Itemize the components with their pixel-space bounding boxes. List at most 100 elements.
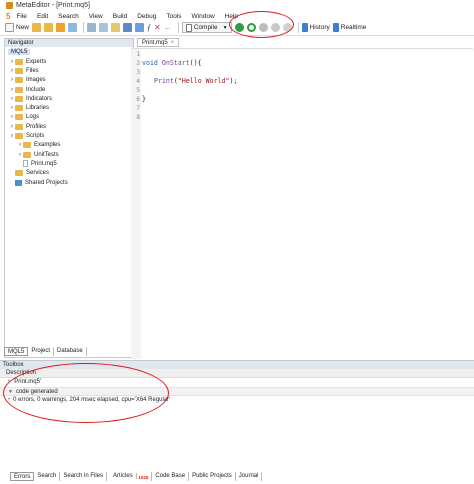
collapse-arrow-icon[interactable]: ▼ <box>8 389 13 395</box>
navigator-root[interactable]: MQL5 <box>8 49 31 55</box>
stop-icon <box>270 23 280 32</box>
profile-button[interactable] <box>282 22 292 34</box>
tree-item-label: Files <box>26 67 39 74</box>
tree-item-label: Shared Projects <box>25 179 68 186</box>
tab-project[interactable]: Project <box>28 347 55 356</box>
result-file: 'Print.mq5' <box>13 379 42 385</box>
tree-item-services[interactable]: Services <box>5 169 133 178</box>
editor-tab-print-mq5[interactable]: Print.mq5 × <box>137 38 180 47</box>
menu-window[interactable]: Window <box>192 13 215 20</box>
tree-item-libraries[interactable]: > Libraries <box>5 103 133 112</box>
folder-icon <box>15 67 23 74</box>
description-header: Description <box>0 369 474 378</box>
undo-icon: ✕ <box>154 23 161 32</box>
chevron-down-icon[interactable]: ▼ <box>223 25 228 31</box>
compile-button[interactable]: Compile ▼ <box>181 22 232 33</box>
tab-articles[interactable]: Articles 1025 <box>107 472 153 481</box>
tree-item-scripts[interactable]: v Scripts <box>5 131 133 140</box>
menu-tools[interactable]: Tools <box>166 13 181 20</box>
print-button[interactable] <box>68 22 78 34</box>
tab-search-in-files[interactable]: Search in Files <box>60 472 108 481</box>
folder-icon <box>15 170 23 177</box>
tree-item-print-mq5[interactable]: Print.mq5 <box>5 159 133 168</box>
tab-search[interactable]: Search <box>34 472 61 481</box>
save-button[interactable] <box>44 22 54 34</box>
history-button[interactable]: History <box>301 22 330 34</box>
toolbar-divider <box>297 22 299 33</box>
tree-item-indicators[interactable]: > Indicators <box>5 94 133 103</box>
tree-item-logs[interactable]: > Logs <box>5 113 133 122</box>
result-group-row[interactable]: ▼ code generated <box>0 387 474 396</box>
run-button[interactable] <box>234 22 244 34</box>
menu-file[interactable]: File <box>16 13 26 20</box>
tree-item-label: Scripts <box>26 133 45 140</box>
debug-icon <box>246 23 256 32</box>
tree-item-label: Examples <box>34 142 61 149</box>
mq5-file-icon <box>23 160 28 168</box>
navigator-panel: Navigator MQL5 > Experts > Files > Images >… <box>4 38 134 358</box>
tab-errors[interactable]: Errors <box>10 472 35 481</box>
pause-icon <box>258 23 268 32</box>
folder-icon <box>15 105 23 112</box>
copy-button[interactable] <box>99 22 109 34</box>
cut-button[interactable] <box>87 22 97 34</box>
articles-count-badge: 1025 <box>138 475 149 481</box>
navigator-toggle-button[interactable] <box>123 22 133 34</box>
open-button[interactable] <box>32 22 42 34</box>
tree-item-examples[interactable]: > Examples <box>5 141 133 150</box>
menu-debug[interactable]: Debug <box>137 13 156 20</box>
back-arrow-icon: ← <box>163 23 172 32</box>
folder-icon <box>23 142 31 149</box>
tab-journal[interactable]: Journal <box>236 472 263 481</box>
folder-icon <box>15 133 23 140</box>
folder-icon <box>15 114 23 121</box>
new-label: New <box>16 24 30 31</box>
folder-icon <box>15 86 23 93</box>
tree-item-experts[interactable]: > Experts <box>5 57 133 66</box>
copy-icon <box>99 23 109 32</box>
code-line-4: Print("Hello World"); <box>154 77 237 85</box>
tree-item-label: Libraries <box>26 105 50 112</box>
menu-view[interactable]: View <box>89 13 103 20</box>
line-number: 6 <box>136 96 140 103</box>
tree-item-profiles[interactable]: > Profiles <box>5 122 133 131</box>
save-all-button[interactable] <box>56 22 66 34</box>
realtime-button[interactable]: Realtime <box>332 22 366 34</box>
tree-item-include[interactable]: > Include <box>5 85 133 94</box>
pause-button[interactable] <box>258 22 268 34</box>
result-summary-row[interactable]: • 0 errors, 0 warnings, 204 msec elapsed,… <box>0 396 474 405</box>
result-file-row[interactable]: • 'Print.mq5' <box>0 378 474 387</box>
tree-item-files[interactable]: > Files <box>5 66 133 75</box>
history-icon <box>301 23 308 32</box>
close-icon[interactable]: × <box>171 40 175 46</box>
tree-item-label: Images <box>26 77 46 84</box>
folder-icon <box>15 58 23 65</box>
stop-button[interactable] <box>270 22 280 34</box>
tree-item-unittests[interactable]: > UnitTests <box>5 150 133 159</box>
tab-mql5[interactable]: MQL5 <box>4 347 29 356</box>
debug-button[interactable] <box>246 22 256 34</box>
tree-item-label: Include <box>26 86 46 93</box>
folder-icon <box>23 151 31 158</box>
back-button[interactable]: ← <box>164 22 172 34</box>
menu-search[interactable]: Search <box>58 13 79 20</box>
toolbox-toggle-button[interactable] <box>135 22 145 34</box>
new-button[interactable]: New <box>5 22 29 34</box>
tree-item-images[interactable]: > Images <box>5 76 133 85</box>
code-editor[interactable]: 1 2 3 4 5 6 7 8 void OnStart(){ Print("H… <box>131 48 473 359</box>
tree-item-label: UnitTests <box>34 151 59 158</box>
tree-item-shared-projects[interactable]: Shared Projects <box>5 178 133 187</box>
functions-button[interactable]: ƒ <box>147 22 151 34</box>
tab-code-base[interactable]: Code Base <box>152 472 190 481</box>
undo-button[interactable]: ✕ <box>154 22 161 34</box>
code-line-2: void OnStart(){ <box>142 59 202 67</box>
open-folder-icon <box>32 23 42 32</box>
paste-button[interactable] <box>111 22 121 34</box>
menu-edit[interactable]: Edit <box>37 13 48 20</box>
tab-database[interactable]: Database <box>54 347 87 356</box>
play-icon <box>234 23 244 32</box>
menu-help[interactable]: Help <box>225 13 238 20</box>
tab-public-projects[interactable]: Public Projects <box>189 472 236 481</box>
code-punct: ); <box>229 77 238 85</box>
menu-build[interactable]: Build <box>113 13 127 20</box>
